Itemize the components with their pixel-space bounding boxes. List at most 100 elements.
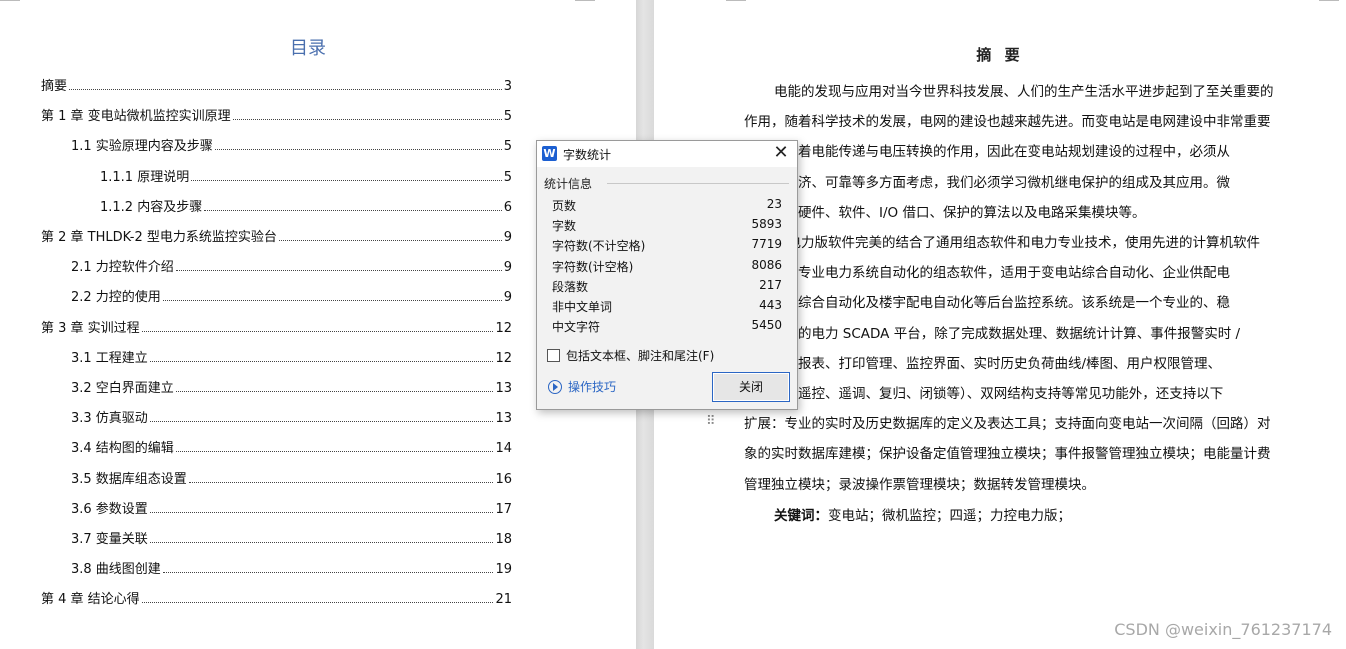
toc-entry-page: 16	[495, 471, 512, 487]
abstract-title: 摘 要	[976, 46, 1024, 64]
abstract-line: 作习惯（遥控、遥调、复归、闭锁等）、双网结构支持等常见功能外，还支持以下	[744, 386, 1224, 402]
toc-entry-page: 6	[503, 199, 512, 215]
toc-leader-dots	[162, 299, 502, 302]
stat-label: 字数	[552, 219, 577, 234]
toc-entry-label: 3.5 数据库组态设置	[71, 471, 187, 487]
toc-entry-label: 3.7 变量关联	[71, 532, 148, 547]
stat-value: 7719	[751, 237, 782, 252]
toc-entry[interactable]: 3.7 变量关联 18	[71, 528, 512, 547]
toc-entry-label: 第 3 章 实训过程	[41, 320, 140, 336]
toc-entry[interactable]: 3.2 空白界面建立 13	[71, 377, 512, 396]
toc-entry-page: 18	[495, 532, 512, 547]
toc-entry[interactable]: 3.1 工程建立 12	[71, 347, 512, 366]
dialog-title: 字数统计	[563, 148, 612, 162]
toc-entry[interactable]: 1.1.2 内容及步骤 6	[100, 196, 512, 215]
stat-label: 段落数	[552, 279, 589, 294]
toc-leader-dots	[149, 360, 494, 362]
toc-entry-label: 第 4 章 结论心得	[41, 592, 140, 608]
keywords-text: 变电站；微机监控；四遥；力控电力版；	[828, 508, 1071, 524]
abstract-line: 术开发的专业电力系统自动化的组态软件，适用于变电站综合自动化、企业供配电	[744, 265, 1230, 282]
stat-label: 非中文单词	[552, 300, 613, 314]
toc-entry-label: 1.1.2 内容及步骤	[100, 199, 203, 215]
watermark: CSDN @weixin_761237174	[1114, 620, 1332, 639]
toc-entry-page: 21	[495, 592, 512, 608]
include-textbox-label[interactable]: 包括文本框、脚注和尾注(F)	[566, 347, 714, 364]
stat-value: 8086	[751, 257, 782, 272]
toc-entry[interactable]: 第 1 章 变电站微机监控实训原理 5	[41, 105, 512, 125]
toc-entry[interactable]: 3.6 参数设置 17	[71, 498, 512, 517]
close-icon[interactable]: ✕	[771, 143, 791, 163]
stat-row: 字符数(不计空格) 7719	[552, 237, 782, 253]
abstract-line: 安全、经济、可靠等多方面考虑，我们必须学习微机继电保护的组成及其应用。微	[744, 174, 1230, 191]
toc-leader-dots	[175, 269, 502, 272]
toc-leader-dots	[191, 179, 502, 181]
toc-entry-page: 13	[495, 381, 512, 396]
stat-label: 中文字符	[552, 320, 601, 335]
include-textbox-checkbox[interactable]	[547, 349, 560, 362]
abstract-line: 、水电站综合自动化及楼宇配电自动化等后台监控系统。该系统是一个专业的、稳	[744, 295, 1230, 312]
toc-entry-label: 第 2 章 THLDK-2 型电力系统监控实验台	[41, 230, 277, 245]
toc-entry[interactable]: 第 3 章 实训过程 12	[41, 317, 512, 336]
keywords-label: 关键词：	[774, 508, 828, 524]
close-button[interactable]: 关闭	[712, 372, 790, 402]
toc-entry[interactable]: 3.8 曲线图创建 19	[71, 558, 512, 578]
stats-group-label: 统计信息	[544, 177, 593, 191]
stat-value: 5450	[751, 318, 782, 333]
toc-leader-dots	[141, 330, 494, 332]
toc-entry-label: 1.1.1 原理说明	[100, 169, 190, 185]
toc-entry[interactable]: 3.4 结构图的编辑 14	[71, 437, 512, 457]
stat-label: 字符数(计空格)	[552, 259, 634, 274]
page-corner-mark	[575, 0, 595, 1]
toc-entry-page: 3	[503, 79, 512, 94]
toc-leader-dots	[69, 88, 502, 90]
page-corner-mark	[1319, 0, 1339, 1]
toc-entry-page: 5	[503, 139, 512, 155]
toc-entry-label: 2.1 力控软件介绍	[71, 260, 174, 276]
toc-entry-label: 第 1 章 变电站微机监控实训原理	[41, 109, 231, 125]
toc-entry[interactable]: 2.2 力控的使用 9	[71, 286, 512, 305]
toc-leader-dots	[204, 209, 502, 211]
stat-row: 非中文单词 443	[552, 298, 782, 314]
stat-row: 中文字符 5450	[552, 318, 782, 334]
wps-writer-icon: W	[542, 146, 557, 161]
stat-row: 段落数 217	[552, 278, 782, 294]
toc-entry-page: 19	[495, 562, 512, 578]
abstract-line: 保护是由硬件、软件、I/O 借口、保护的算法以及电路采集模块等。	[744, 204, 1146, 221]
toc-entry[interactable]: 3.5 数据库组态设置 16	[71, 468, 512, 487]
toc-leader-dots	[149, 541, 494, 543]
toc-title: 目录	[290, 38, 326, 59]
toc-leader-dots	[141, 601, 494, 604]
abstract-line: 变电力版软件完美的结合了通用组态软件和电力专业技术，使用先进的计算机软件	[774, 235, 1260, 251]
stat-row: 字符数(计空格) 8086	[552, 258, 782, 274]
toc-entry[interactable]: 3.3 仿真驱动 13	[71, 407, 512, 427]
toc-entry-page: 12	[495, 320, 512, 336]
toc-entry-page: 13	[495, 411, 512, 427]
tips-link[interactable]: 操作技巧	[548, 378, 616, 395]
group-divider	[607, 183, 789, 184]
toc-entry[interactable]: 1.1.1 原理说明 5	[100, 166, 512, 185]
toc-entry[interactable]: 1.1 实验原理内容及步骤 5	[71, 135, 512, 155]
toc-entry-label: 1.1 实验原理内容及步骤	[71, 139, 213, 155]
toc-entry-label: 3.1 工程建立	[71, 350, 148, 366]
stat-value: 217	[759, 277, 782, 292]
abstract-line: 象的实时数据库建模；保护设备定值管理独立模块；事件报警管理独立模块；电能量计费	[744, 446, 1271, 463]
toc-entry[interactable]: 第 2 章 THLDK-2 型电力系统监控实验台 9	[41, 226, 512, 245]
drag-handle-icon[interactable]: ⠿	[706, 414, 715, 429]
toc-entry[interactable]: 2.1 力控软件介绍 9	[71, 256, 512, 276]
toc-entry[interactable]: 第 4 章 结论心得 21	[41, 588, 512, 608]
include-textbox-option[interactable]: 包括文本框、脚注和尾注(F)	[547, 347, 714, 364]
toc-leader-dots	[278, 239, 502, 241]
toc-entry-label: 3.4 结构图的编辑	[71, 441, 174, 457]
toc-entry-page: 17	[495, 501, 512, 517]
abstract-line: 环节，起着电能传递与电压转换的作用，因此在变电站规划建设的过程中，必须从	[744, 144, 1230, 161]
tips-label[interactable]: 操作技巧	[568, 378, 616, 395]
stat-value: 23	[766, 197, 782, 211]
toc-entry-label: 3.6 参数设置	[71, 501, 148, 517]
keywords-line: 关键词：变电站；微机监控；四遥；力控电力版；	[774, 507, 1336, 525]
abstract-line: 管理独立模块；录波操作票管理模块；数据转发管理模块。	[744, 476, 1095, 493]
toc-entry[interactable]: 摘要 3	[41, 75, 512, 94]
toc-entry-page: 14	[495, 441, 512, 457]
stat-label: 字符数(不计空格)	[552, 239, 646, 254]
dialog-titlebar[interactable]: W 字数统计 ✕	[537, 141, 797, 167]
abstract-line: 电能的发现与应用对当今世界科技发展、人们的生产生活水平进步起到了至关重要的	[774, 84, 1274, 100]
